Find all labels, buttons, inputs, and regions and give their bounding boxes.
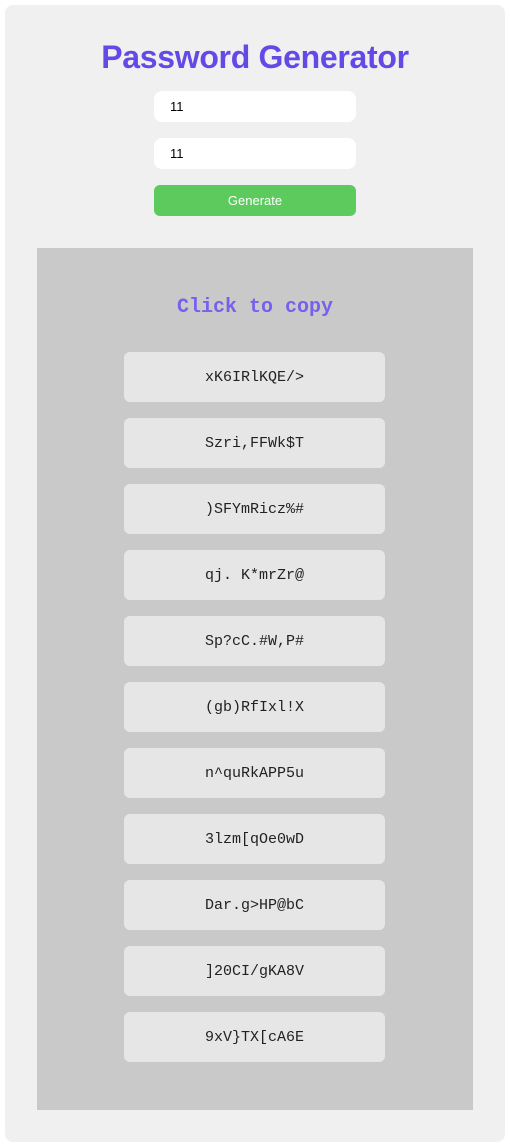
password-item[interactable]: Dar.g>HP@bC bbox=[124, 880, 385, 930]
password-item[interactable]: qj. K*mrZr@ bbox=[124, 550, 385, 600]
password-item[interactable]: )SFYmRicz%# bbox=[124, 484, 385, 534]
click-to-copy-heading: Click to copy bbox=[176, 296, 334, 319]
password-item[interactable]: 9xV}TX[cA6E bbox=[124, 1012, 385, 1062]
password-item[interactable]: 3lzm[qOe0wD bbox=[124, 814, 385, 864]
page-title: Password Generator bbox=[101, 39, 409, 75]
generate-button[interactable]: Generate bbox=[154, 185, 356, 216]
password-item[interactable]: Szri,FFWk$T bbox=[124, 418, 385, 468]
password-length-input[interactable] bbox=[154, 91, 356, 122]
password-item[interactable]: n^quRkAPP5u bbox=[124, 748, 385, 798]
password-list: xK6IRlKQE/> Szri,FFWk$T )SFYmRicz%# qj. … bbox=[124, 352, 385, 1078]
password-item[interactable]: Sp?cC.#W,P# bbox=[124, 616, 385, 666]
password-item[interactable]: (gb)RfIxl!X bbox=[124, 682, 385, 732]
generator-card: Password Generator Generate Click to cop… bbox=[5, 5, 505, 1142]
password-count-input[interactable] bbox=[154, 138, 356, 169]
results-panel: Click to copy xK6IRlKQE/> Szri,FFWk$T )S… bbox=[37, 248, 473, 1110]
password-item[interactable]: xK6IRlKQE/> bbox=[124, 352, 385, 402]
password-item[interactable]: ]20CI/gKA8V bbox=[124, 946, 385, 996]
